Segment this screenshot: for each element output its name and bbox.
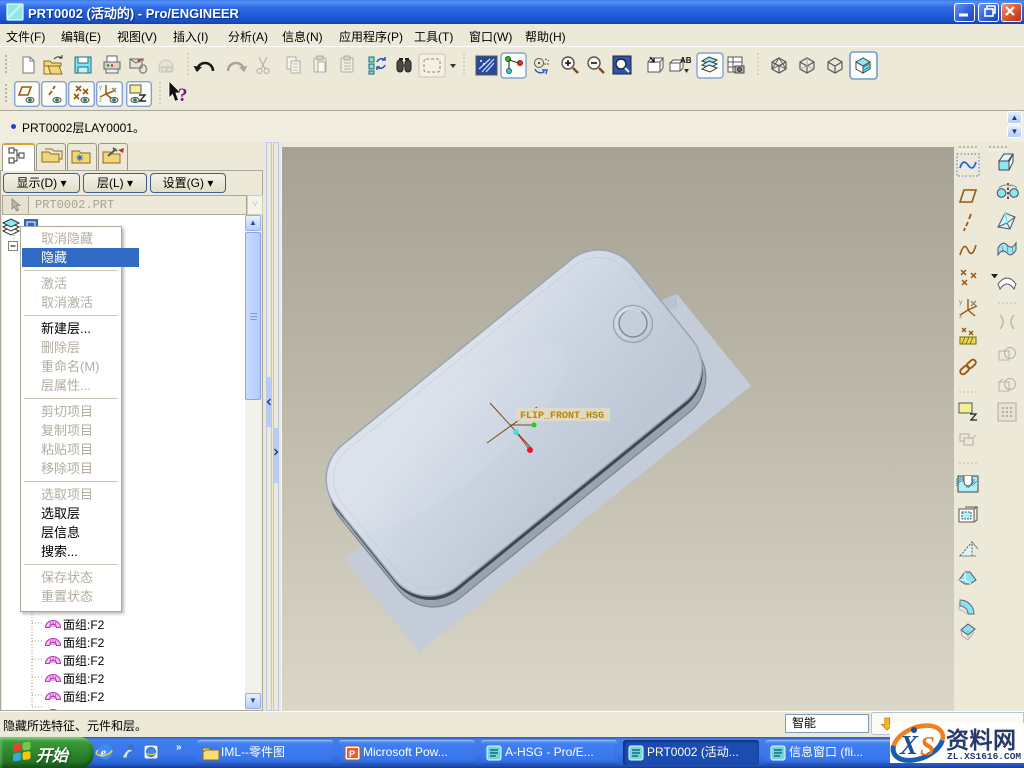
svg-text:P: P (349, 749, 355, 759)
svg-text:FLIP_FRONT_HSG: FLIP_FRONT_HSG (520, 411, 604, 422)
svg-text:z: z (99, 98, 102, 104)
svg-text:AB: AB (680, 56, 692, 65)
svg-text:y: y (99, 85, 102, 91)
svg-text:✳: ✳ (76, 153, 84, 163)
svg-text:资料网: 资料网 (946, 727, 1017, 753)
svg-text:z: z (959, 313, 962, 320)
svg-text:X: X (899, 730, 919, 760)
svg-text:y: y (959, 299, 963, 306)
svg-text:ZL.XS1616.COM: ZL.XS1616.COM (947, 751, 1021, 762)
svg-text:»: » (176, 742, 182, 753)
svg-text:e: e (101, 745, 107, 760)
svg-text:?: ? (178, 85, 188, 106)
svg-text:S: S (920, 731, 935, 761)
